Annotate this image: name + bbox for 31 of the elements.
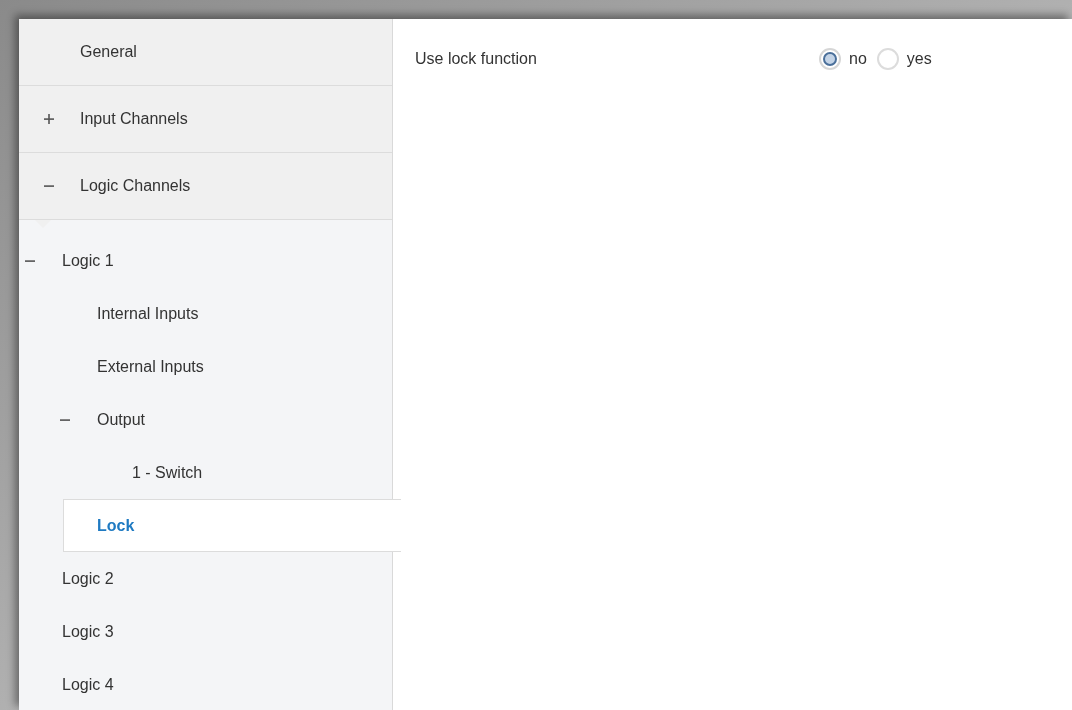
tree-item[interactable]: Output [19, 393, 392, 446]
section-row[interactable]: General [19, 19, 392, 86]
section-label: Logic Channels [80, 176, 191, 196]
setting-label: Use lock function [415, 49, 538, 69]
radio-button[interactable] [876, 48, 899, 70]
expand-icon[interactable] [43, 113, 55, 125]
section-row[interactable]: Input Channels [19, 86, 392, 153]
tree-label: Logic 4 [62, 674, 114, 695]
tree-item[interactable]: Logic 1 [19, 234, 392, 287]
tree-label: Logic 2 [62, 568, 114, 589]
tree-item[interactable]: Lock [63, 499, 401, 552]
tree-item[interactable]: External Inputs [19, 340, 392, 393]
section-row[interactable]: Logic Channels [19, 153, 392, 220]
tree-label: Logic 3 [62, 621, 114, 642]
tree-label: External Inputs [97, 356, 204, 377]
section-label: General [80, 42, 137, 62]
tree-item[interactable]: Logic 2 [19, 552, 392, 605]
tree-label: Output [97, 409, 146, 430]
tree-item[interactable]: Internal Inputs [19, 287, 392, 340]
radio-option[interactable]: yes [876, 47, 932, 71]
radio-button[interactable] [819, 48, 841, 70]
tree-item[interactable]: Logic 3 [19, 605, 392, 658]
radio-option[interactable]: no [819, 47, 867, 71]
tree-item[interactable]: Logic 4 [19, 658, 392, 710]
tree-label: Lock [97, 515, 135, 536]
tree-label: Logic 1 [62, 250, 114, 271]
tree-item[interactable]: 1 - Switch [19, 446, 392, 499]
tree-label: 1 - Switch [132, 462, 203, 483]
section-label: Input Channels [80, 109, 188, 129]
pointer-notch [35, 220, 51, 228]
tree-label: Internal Inputs [97, 303, 199, 324]
